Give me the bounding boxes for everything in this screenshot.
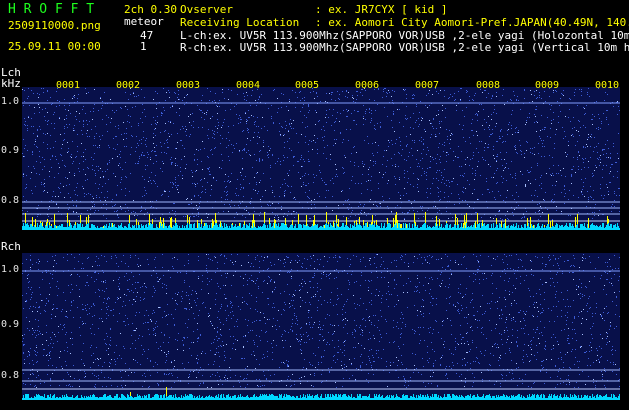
lch-tick-0.9: 0.9 bbox=[1, 145, 20, 156]
spectrogram-layer bbox=[22, 87, 620, 400]
time-marker-0007: 0007 bbox=[415, 80, 440, 91]
rch-label: Rch bbox=[1, 240, 21, 253]
rch-tick-0.8: 0.8 bbox=[1, 370, 20, 381]
time-marker-0006: 0006 bbox=[355, 80, 380, 91]
lch-tick-0.8: 0.8 bbox=[1, 195, 20, 206]
time-marker-0008: 0008 bbox=[476, 80, 501, 91]
time-marker-0001: 0001 bbox=[56, 80, 81, 91]
lch-tick-1.0: 1.0 bbox=[1, 96, 20, 107]
time-marker-0005: 0005 bbox=[295, 80, 320, 91]
time-marker-0009: 0009 bbox=[535, 80, 560, 91]
hroft-window: H R O F F T 2ch 0.30 2509110000.png mete… bbox=[0, 0, 629, 410]
lch-unit: kHz bbox=[1, 77, 21, 90]
time-marker-0002: 0002 bbox=[116, 80, 141, 91]
time-marker-0010: 0010 bbox=[595, 80, 620, 91]
time-marker-0004: 0004 bbox=[236, 80, 261, 91]
rch-tick-1.0: 1.0 bbox=[1, 264, 20, 275]
lch-spectrogram bbox=[22, 87, 620, 230]
rch-tick-0.9: 0.9 bbox=[1, 319, 20, 330]
rch-spectrogram bbox=[22, 253, 620, 400]
time-marker-0003: 0003 bbox=[176, 80, 201, 91]
